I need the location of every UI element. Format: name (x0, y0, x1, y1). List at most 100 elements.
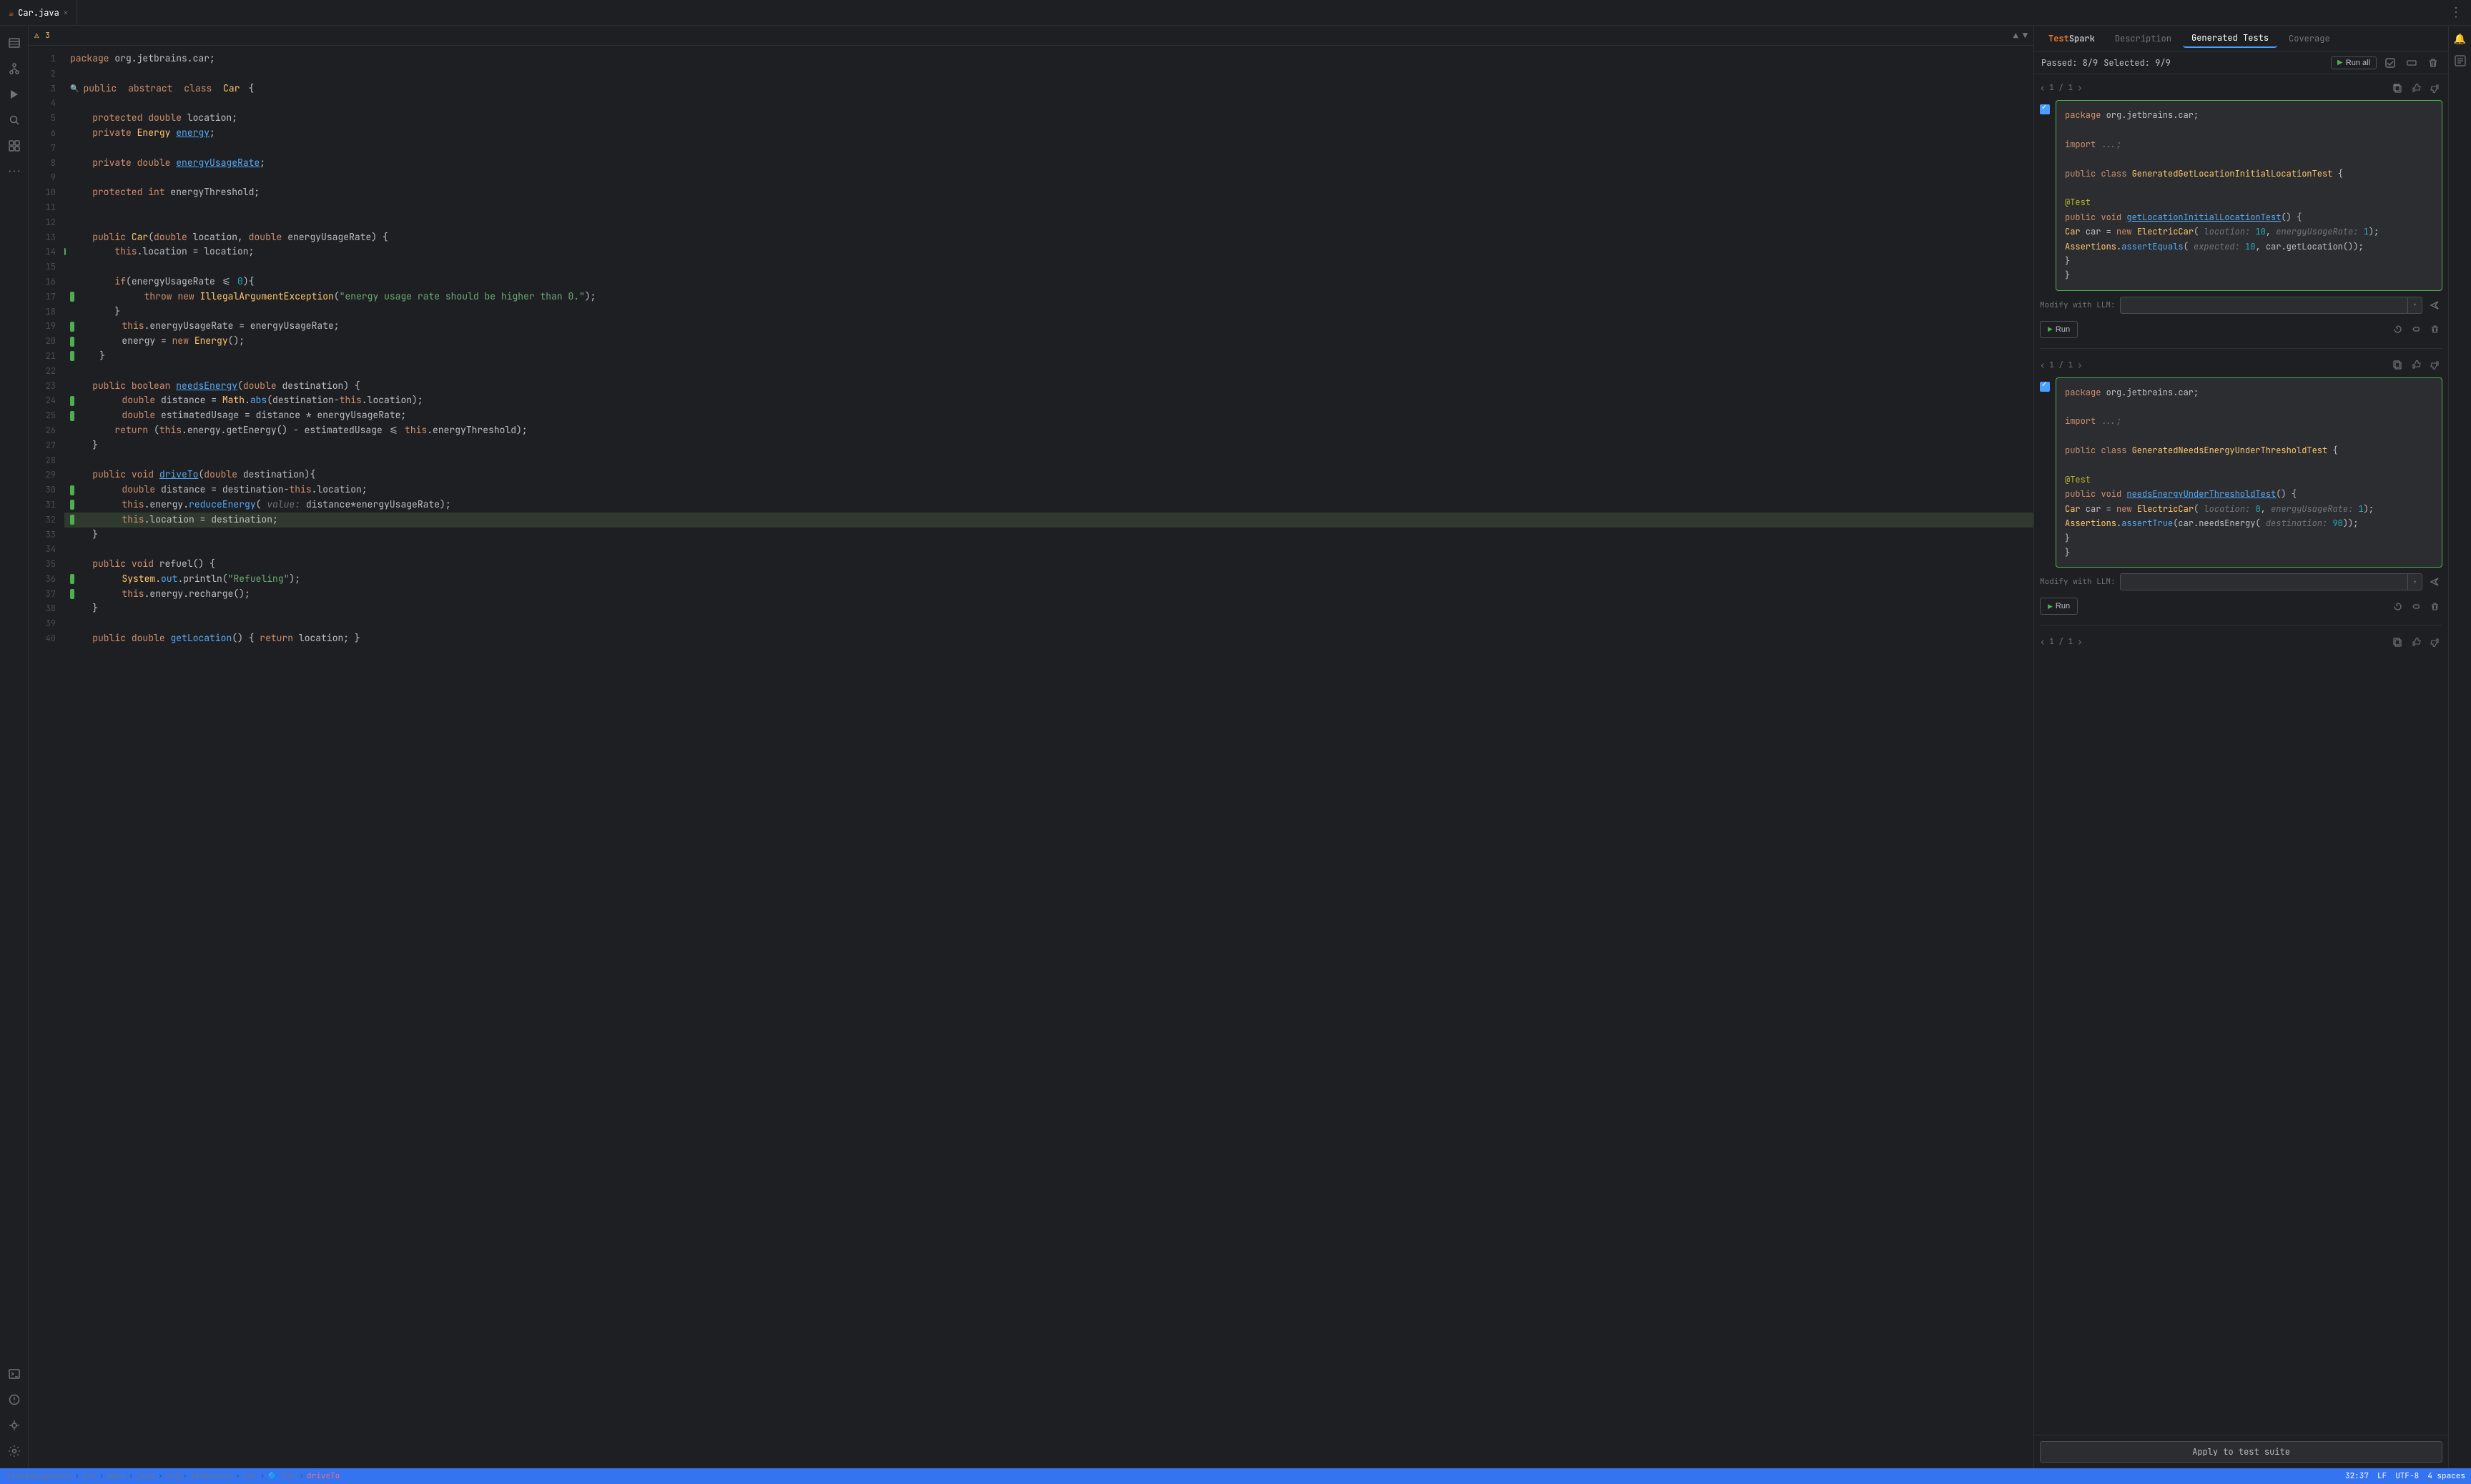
project-files-icon[interactable] (3, 31, 26, 54)
next-test-icon[interactable]: › (2077, 82, 2082, 94)
plugins-icon[interactable] (3, 134, 26, 157)
right-panel-tabs: TestSpark Description Generated Tests Co… (2034, 26, 2448, 51)
delete-icon-1[interactable] (2427, 322, 2442, 337)
code-line: } (64, 438, 2033, 453)
tab-generated-tests[interactable]: Generated Tests (2183, 29, 2277, 48)
selected-label: Selected: 9/9 (2103, 57, 2171, 69)
tab-coverage[interactable]: Coverage (2280, 30, 2339, 47)
thumbs-down-icon-2[interactable] (2427, 357, 2442, 373)
settings-icon[interactable] (3, 1440, 26, 1463)
right-panel: TestSpark Description Generated Tests Co… (2033, 26, 2448, 1468)
next-test-icon-3[interactable]: › (2077, 636, 2082, 648)
run-icon-2: ▶ (2048, 603, 2053, 610)
code-line: protected double location; (64, 111, 2033, 126)
copy-test-icon-3[interactable] (2389, 634, 2405, 650)
status-bar: TestAssignment › src › main › java › org… (0, 1468, 2471, 1484)
passed-label: Passed: 8/9 (2041, 57, 2098, 69)
thumbs-up-icon-2[interactable] (2408, 357, 2424, 373)
modify-send-icon-2[interactable] (2427, 574, 2442, 590)
breadcrumb[interactable]: TestAssignment › src › main › java › org… (6, 1471, 340, 1481)
notifications-icon[interactable]: 🔔 (2452, 31, 2468, 47)
more-tools-icon[interactable]: ··· (3, 160, 26, 183)
run-button-2[interactable]: ▶ Run (2040, 598, 2078, 615)
prev-test-icon-3[interactable]: ‹ (2040, 636, 2045, 648)
modify-input-2[interactable] (2120, 573, 2408, 590)
run-icon-1: ▶ (2048, 325, 2053, 333)
run-button-1[interactable]: ▶ Run (2040, 321, 2078, 338)
inspection-icon[interactable] (2452, 53, 2468, 69)
test-nav-2: ‹ 1 / 1 › (2040, 357, 2442, 373)
status-bar-right: 32:37 LF UTF-8 4 spaces (2345, 1471, 2465, 1481)
tab-description[interactable]: Description (2106, 30, 2180, 47)
sidebar-right: 🔔 (2448, 26, 2471, 1468)
undo-icon-2[interactable] (2408, 598, 2424, 614)
encoding[interactable]: UTF-8 (2395, 1471, 2419, 1481)
test-checkbox-1[interactable] (2040, 104, 2050, 114)
code-line: 🔍 public abstract class Car { (64, 81, 2033, 97)
indent-type[interactable]: 4 spaces (2427, 1471, 2465, 1481)
modify-input-1[interactable] (2120, 297, 2408, 314)
test-nav-1: ‹ 1 / 1 › (2040, 80, 2442, 96)
test-row-2: package org.jetbrains.car; import ...; p… (2040, 377, 2442, 568)
code-line (64, 259, 2033, 274)
thumbs-up-icon[interactable] (2408, 80, 2424, 96)
delete-all-icon[interactable] (2425, 55, 2441, 71)
scroll-up-icon[interactable]: ▲ (2013, 30, 2018, 41)
thumbs-up-icon-3[interactable] (2408, 634, 2424, 650)
more-options-icon[interactable]: ⋮ (2441, 4, 2471, 21)
check-all-icon[interactable] (2382, 55, 2398, 71)
version-control-icon[interactable] (3, 1414, 26, 1437)
code-line (64, 364, 2033, 379)
code-line: double estimatedUsage = distance * energ… (64, 408, 2033, 423)
copy-test-icon[interactable] (2389, 80, 2405, 96)
reset-icon-2[interactable] (2389, 598, 2405, 614)
test-checkbox-2[interactable] (2040, 382, 2050, 392)
search-icon[interactable] (3, 109, 26, 132)
code-line: throw new IllegalArgumentException("ener… (64, 290, 2033, 305)
code-line: public double getLocation() { return loc… (64, 631, 2033, 646)
modify-llm-row-1: Modify with LLM: ▾ (2040, 295, 2442, 315)
prev-test-icon-2[interactable]: ‹ (2040, 360, 2045, 371)
test-counter-1: 1 / 1 (2049, 83, 2073, 93)
java-icon: ☕ (9, 7, 14, 19)
thumbs-down-icon-3[interactable] (2427, 634, 2442, 650)
delete-icon-2[interactable] (2427, 598, 2442, 614)
collapse-icon[interactable] (2404, 55, 2420, 71)
apply-to-test-suite-button[interactable]: Apply to test suite (2040, 1441, 2442, 1463)
code-line: energy = new Energy(); (64, 334, 2033, 349)
code-line: } (64, 349, 2033, 364)
tab-label: Car.java (18, 7, 59, 19)
prev-test-icon[interactable]: ‹ (2040, 82, 2045, 94)
code-line: public Car(double location, double energ… (64, 230, 2033, 245)
code-line: public void refuel() { (64, 557, 2033, 572)
cursor-position[interactable]: 32:37 (2345, 1471, 2369, 1481)
problems-icon[interactable] (3, 1388, 26, 1411)
scroll-down-icon[interactable]: ▼ (2023, 30, 2028, 41)
code-line (64, 542, 2033, 557)
file-tab-car-java[interactable]: ☕ Car.java ✕ (0, 0, 77, 25)
run-debug-icon[interactable] (3, 83, 26, 106)
line-ending[interactable]: LF (2377, 1471, 2387, 1481)
terminal-icon[interactable] (3, 1362, 26, 1385)
code-content[interactable]: package org.jetbrains.car; 🔍 public abst… (64, 46, 2033, 1468)
code-line (64, 141, 2033, 156)
run-all-button[interactable]: ▶ Run all (2331, 56, 2377, 69)
modify-dropdown-arrow-1[interactable]: ▾ (2408, 297, 2422, 314)
modify-send-icon-1[interactable] (2427, 297, 2442, 313)
copy-test-icon-2[interactable] (2389, 357, 2405, 373)
code-line: private double energyUsageRate; (64, 156, 2033, 171)
code-editor: ⚠ 3 ▲ ▼ 1234 5678 9101112 13141516 17181… (29, 26, 2033, 1468)
thumbs-down-icon[interactable] (2427, 80, 2442, 96)
tab-testspark[interactable]: TestSpark (2040, 30, 2103, 47)
code-container[interactable]: 1234 5678 9101112 13141516 17181920 2122… (29, 46, 2033, 1468)
tab-close-icon[interactable]: ✕ (64, 8, 68, 17)
code-line (64, 96, 2033, 111)
modify-dropdown-arrow-2[interactable]: ▾ (2408, 573, 2422, 590)
git-icon[interactable] (3, 57, 26, 80)
test-cards-container[interactable]: ‹ 1 / 1 › (2034, 74, 2448, 1435)
undo-icon-1[interactable] (2408, 322, 2424, 337)
test-code-block-2: package org.jetbrains.car; import ...; p… (2056, 377, 2442, 568)
reset-icon-1[interactable] (2389, 322, 2405, 337)
code-line (64, 66, 2033, 81)
next-test-icon-2[interactable]: › (2077, 360, 2082, 371)
